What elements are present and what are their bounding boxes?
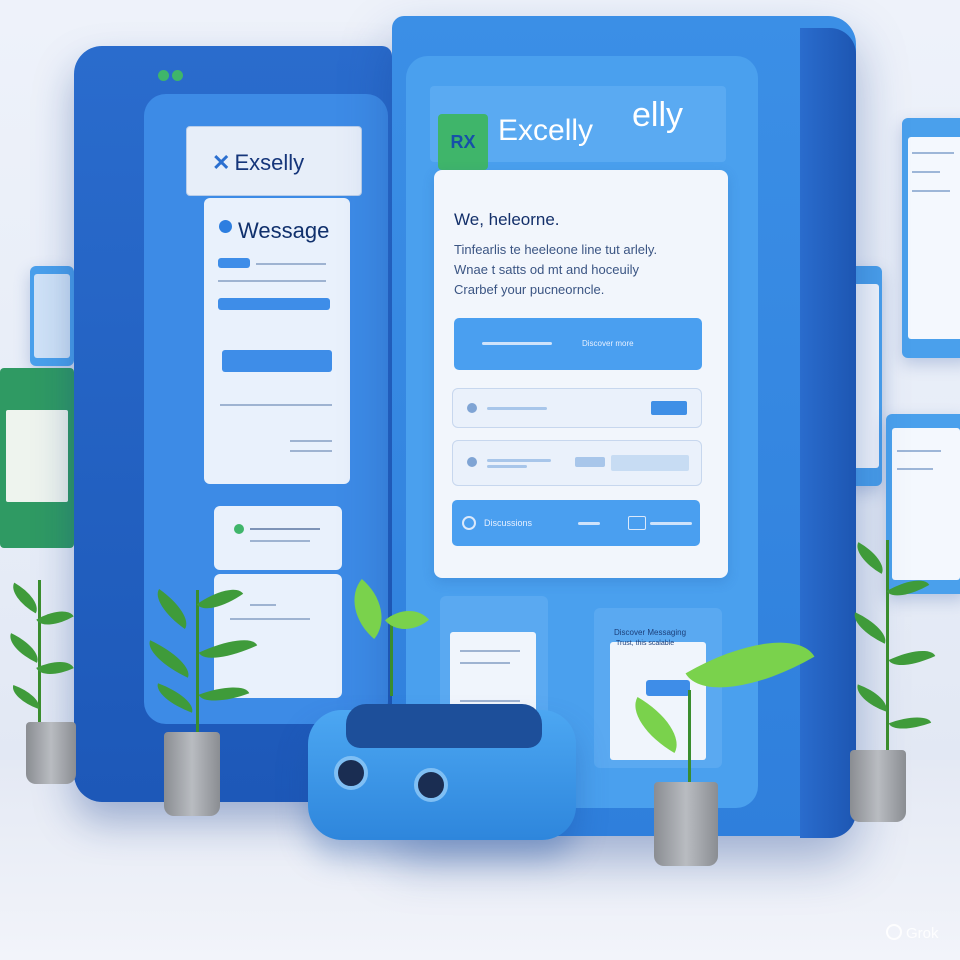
- option-radio-icon: [467, 403, 477, 413]
- discussions-button-label: Discussions: [484, 518, 533, 528]
- welcome-line: Crarbef your pucneorncle.: [454, 282, 605, 297]
- discover-button-label: Discover more: [582, 339, 634, 348]
- plant-center-right: [620, 613, 820, 870]
- option-action-button[interactable]: [651, 401, 687, 415]
- button-chip: [650, 522, 692, 525]
- welcome-line: Wnae t satts od mt and hoceuily: [454, 262, 639, 277]
- welcome-body: Tinfearlis te heeleone line tut arlely. …: [454, 240, 714, 300]
- excelly-logo-icon: RX: [438, 114, 488, 170]
- bg-card-left-green: [0, 368, 74, 548]
- option-row-2[interactable]: [452, 440, 702, 486]
- right-brand: Excelly: [498, 114, 594, 147]
- sprout-device: [337, 576, 440, 716]
- option-radio-icon: [467, 457, 477, 467]
- bg-card-left-top: [30, 266, 74, 366]
- bg-card-top-right: [902, 118, 960, 358]
- divider: [218, 280, 326, 282]
- notification-dot-icon: [234, 524, 244, 534]
- option-text: [487, 459, 551, 462]
- message-send-button[interactable]: [222, 350, 332, 372]
- message-card-title: Wessage: [238, 218, 330, 243]
- welcome-line: Tinfearlis te heeleone line tut arlely.: [454, 242, 658, 257]
- discussions-button[interactable]: Discussions: [452, 500, 700, 546]
- brand-x-icon: ✕: [212, 150, 231, 175]
- divider: [290, 440, 332, 442]
- option-row-1[interactable]: [452, 388, 702, 428]
- message-input-1[interactable]: [218, 258, 250, 268]
- divider: [256, 263, 326, 265]
- button-tag: [628, 516, 646, 530]
- button-chip: [578, 522, 600, 525]
- discussions-icon: [462, 516, 476, 530]
- divider: [250, 540, 310, 542]
- discover-button[interactable]: Discover more: [454, 318, 702, 370]
- divider: [250, 528, 320, 530]
- panel-dots: [158, 70, 186, 82]
- plant-left: [0, 560, 80, 790]
- status-dot-icon: [219, 220, 232, 233]
- welcome-title: We, heleorne.: [454, 210, 560, 229]
- option-field[interactable]: [575, 457, 605, 467]
- button-chip: [482, 342, 552, 345]
- camera-icon: [414, 768, 448, 802]
- camera-icon: [334, 756, 368, 790]
- right-brand-alt: elly: [632, 96, 684, 134]
- plant-center-left: [130, 560, 280, 820]
- option-field[interactable]: [611, 455, 689, 471]
- option-text: [487, 407, 547, 410]
- grok-icon: [886, 924, 902, 940]
- message-input-2[interactable]: [218, 298, 330, 310]
- left-brand: ✕ Exselly: [212, 150, 305, 175]
- divider: [290, 450, 332, 452]
- plant-right: [846, 520, 960, 830]
- watermark: Grok: [886, 924, 939, 942]
- option-text: [487, 465, 527, 468]
- divider: [220, 404, 332, 406]
